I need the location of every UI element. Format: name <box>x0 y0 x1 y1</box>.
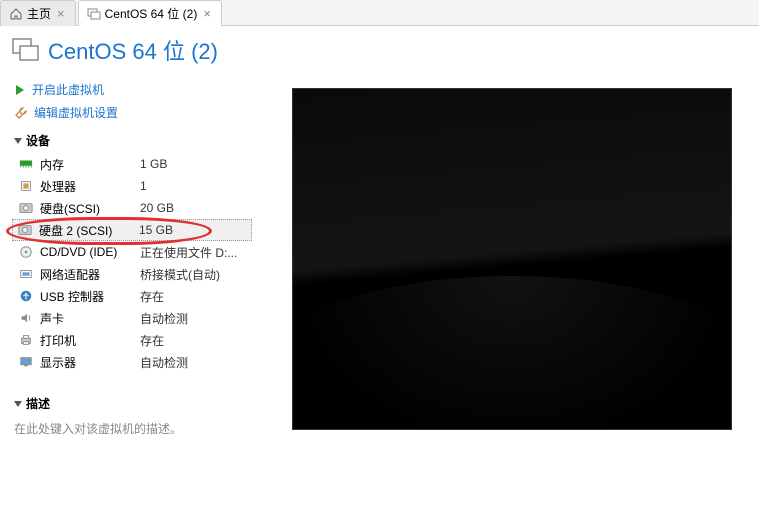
caret-down-icon <box>14 138 22 144</box>
vm-title-icon <box>12 38 40 62</box>
disk-icon <box>18 201 34 215</box>
wrench-icon <box>14 106 28 120</box>
tab-home[interactable]: 主页 × <box>0 0 76 26</box>
description-header[interactable]: 描述 <box>14 387 252 416</box>
disk-icon <box>17 223 33 237</box>
device-row[interactable]: 打印机存在 <box>14 329 252 351</box>
left-panel: 开启此虚拟机 编辑虚拟机设置 设备 内存1 GB处理器1硬盘(SCSI)20 G… <box>0 74 262 445</box>
device-row[interactable]: 声卡自动检测 <box>14 307 252 329</box>
tab-vm[interactable]: CentOS 64 位 (2) × <box>78 0 222 26</box>
power-on-link[interactable]: 开启此虚拟机 <box>14 78 252 101</box>
device-value: 存在 <box>140 332 164 349</box>
device-value: 15 GB <box>139 223 173 237</box>
home-icon <box>9 7 23 21</box>
close-icon[interactable]: × <box>55 6 67 21</box>
device-row[interactable]: 硬盘(SCSI)20 GB <box>14 197 252 219</box>
device-value: 1 <box>140 179 147 193</box>
device-value: 存在 <box>140 288 164 305</box>
network-icon <box>18 267 34 281</box>
edit-settings-link[interactable]: 编辑虚拟机设置 <box>14 101 252 124</box>
right-panel <box>262 74 759 445</box>
device-value: 自动检测 <box>140 354 188 371</box>
device-name: 打印机 <box>40 332 140 349</box>
device-value: 20 GB <box>140 201 174 215</box>
device-value: 1 GB <box>140 157 167 171</box>
device-row[interactable]: 内存1 GB <box>14 153 252 175</box>
cd-icon <box>18 245 34 259</box>
device-row[interactable]: 网络适配器桥接模式(自动) <box>14 263 252 285</box>
device-value: 桥接模式(自动) <box>140 266 220 283</box>
usb-icon <box>18 289 34 303</box>
power-on-label: 开启此虚拟机 <box>32 81 104 98</box>
cpu-icon <box>18 179 34 193</box>
device-name: 处理器 <box>40 178 140 195</box>
device-row[interactable]: 处理器1 <box>14 175 252 197</box>
device-name: 声卡 <box>40 310 140 327</box>
description-header-label: 描述 <box>26 395 50 412</box>
caret-down-icon <box>14 401 22 407</box>
device-row[interactable]: CD/DVD (IDE)正在使用文件 D:... <box>14 241 252 263</box>
device-name: 内存 <box>40 156 140 173</box>
tab-home-label: 主页 <box>27 5 51 22</box>
tab-vm-label: CentOS 64 位 (2) <box>105 5 198 22</box>
sound-icon <box>18 311 34 325</box>
edit-settings-label: 编辑虚拟机设置 <box>34 104 118 121</box>
description-placeholder[interactable]: 在此处键入对该虚拟机的描述。 <box>14 416 252 441</box>
title-row: CentOS 64 位 (2) <box>0 26 759 74</box>
tab-bar: 主页 × CentOS 64 位 (2) × <box>0 0 759 26</box>
device-name: USB 控制器 <box>40 288 140 305</box>
device-row[interactable]: 硬盘 2 (SCSI)15 GB <box>12 219 252 241</box>
device-row[interactable]: 显示器自动检测 <box>14 351 252 373</box>
memory-icon <box>18 157 34 171</box>
printer-icon <box>18 333 34 347</box>
device-name: 硬盘(SCSI) <box>40 200 140 217</box>
device-value: 自动检测 <box>140 310 188 327</box>
device-value: 正在使用文件 D:... <box>140 244 237 261</box>
close-icon[interactable]: × <box>201 6 213 21</box>
device-name: 网络适配器 <box>40 266 140 283</box>
vm-icon <box>87 8 101 20</box>
page-title: CentOS 64 位 (2) <box>48 34 218 66</box>
devices-header[interactable]: 设备 <box>14 124 252 153</box>
display-icon <box>18 355 34 369</box>
devices-list: 内存1 GB处理器1硬盘(SCSI)20 GB硬盘 2 (SCSI)15 GBC… <box>14 153 252 373</box>
device-row[interactable]: USB 控制器存在 <box>14 285 252 307</box>
vm-preview[interactable] <box>292 88 732 430</box>
device-name: CD/DVD (IDE) <box>40 245 140 259</box>
device-name: 硬盘 2 (SCSI) <box>39 222 139 239</box>
device-name: 显示器 <box>40 354 140 371</box>
play-icon <box>14 84 26 96</box>
devices-header-label: 设备 <box>26 132 50 149</box>
